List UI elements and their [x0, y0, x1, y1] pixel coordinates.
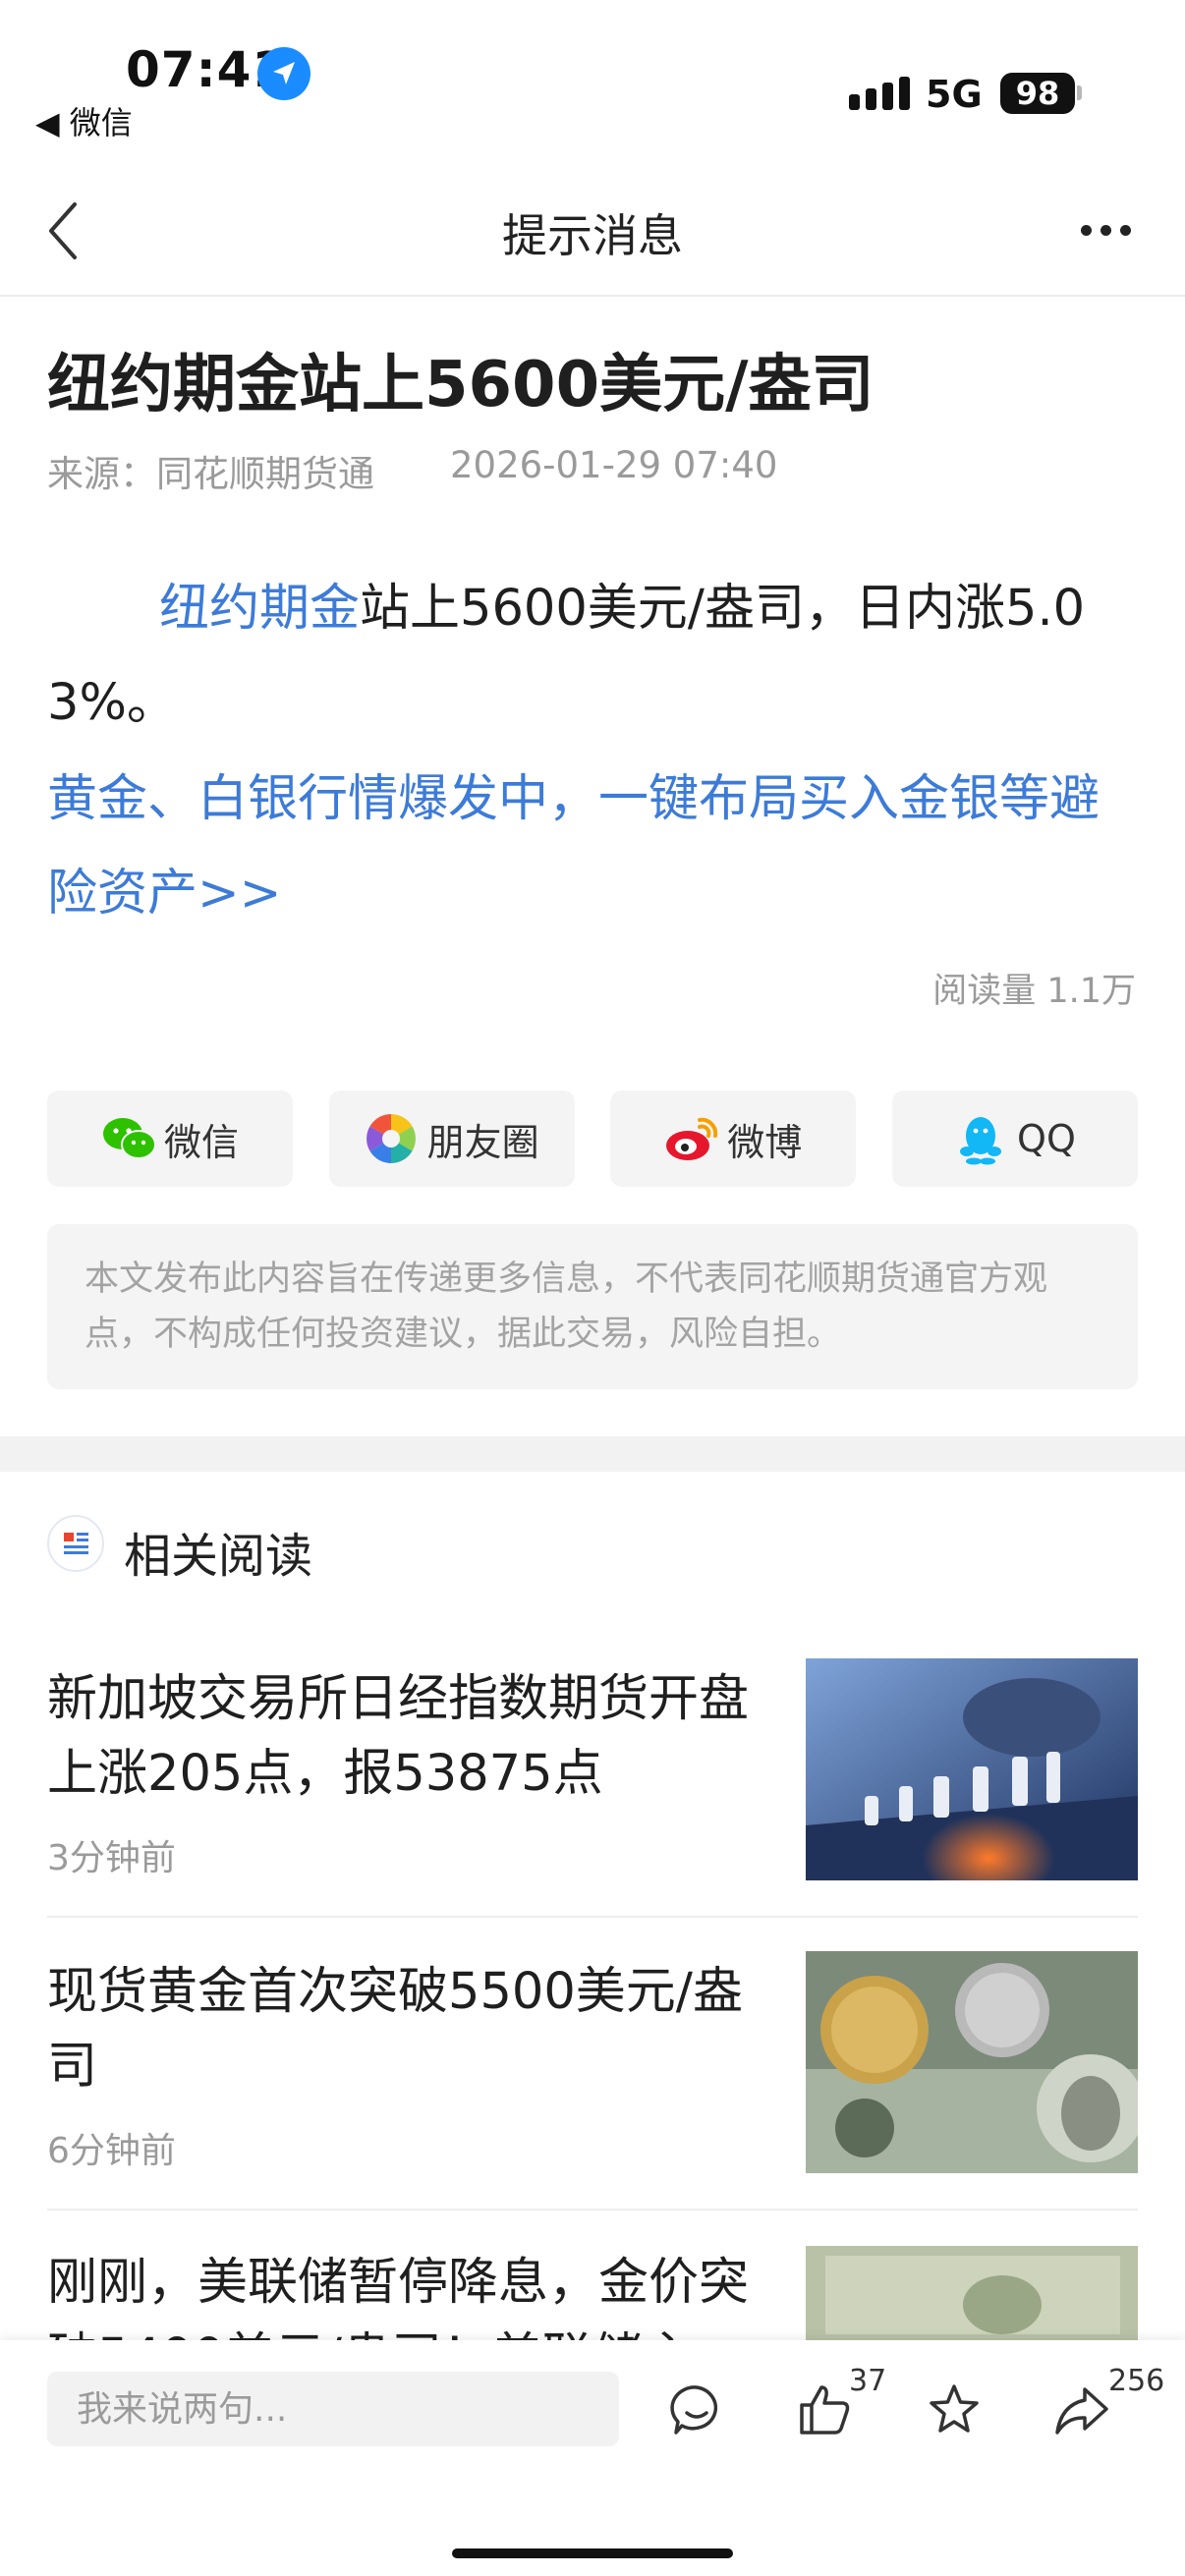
related-item-time: 6分钟前: [47, 2131, 176, 2171]
article-source: 来源：同花顺期货通: [47, 453, 374, 495]
related-item-time: 3分钟前: [47, 1838, 176, 1878]
page-title: 提示消息: [502, 209, 683, 262]
network-type: 5G: [926, 73, 983, 116]
share-wechat-button[interactable]: 微信: [47, 1091, 293, 1187]
read-count: 阅读量 1.1万: [932, 972, 1136, 1011]
share-row: 微信 朋友圈 微博 QQ: [47, 1091, 1138, 1187]
battery-tip: [1077, 85, 1082, 100]
favorite-star-icon[interactable]: [926, 2381, 983, 2438]
share-weibo-button[interactable]: 微博: [610, 1091, 857, 1187]
share-moments-button[interactable]: 朋友圈: [328, 1091, 575, 1187]
share-qq-label: QQ: [1017, 1117, 1076, 1160]
share-count: 256: [1108, 2364, 1165, 2398]
disclaimer-box: 本文发布此内容旨在传递更多信息，不代表同花顺期货通官方观点，不构成任何投资建议，…: [47, 1224, 1138, 1389]
related-section-title: 相关阅读: [124, 1529, 313, 1584]
article-time: 2026-01-29 07:40: [450, 444, 778, 486]
share-wechat-label: 微信: [163, 1120, 239, 1164]
section-separator: [0, 1436, 1185, 1472]
share-qq-button[interactable]: QQ: [891, 1091, 1138, 1187]
back-to-wechat-link[interactable]: ◀ 微信: [35, 98, 133, 143]
location-arrow-icon: [257, 47, 310, 100]
related-item-title[interactable]: 刚刚，美联储暂停降息，金价突破5400美元/盎司！美联储主: [47, 2246, 774, 2340]
related-item-image-coins[interactable]: [806, 1951, 1138, 2173]
share-icon[interactable]: [1053, 2381, 1110, 2438]
body-keyword-link[interactable]: 纽约期金: [159, 580, 360, 638]
like-count: 37: [849, 2364, 887, 2398]
related-item-image-chess[interactable]: [806, 1658, 1138, 1880]
promo-link[interactable]: 黄金、白银行情爆发中，一键布局买入金银等避险资产>>: [47, 753, 1140, 941]
like-icon[interactable]: [796, 2381, 853, 2438]
weibo-icon: [664, 1112, 718, 1165]
comment-icon[interactable]: [668, 2381, 725, 2438]
share-weibo-label: 微博: [727, 1120, 803, 1164]
battery-icon: 98: [1000, 73, 1075, 114]
share-moments-label: 朋友圈: [426, 1120, 539, 1164]
comment-input[interactable]: [47, 2372, 619, 2446]
related-divider: [47, 2209, 1138, 2211]
signal-icon: [849, 77, 910, 110]
moments-icon: [365, 1112, 418, 1165]
related-item-title[interactable]: 现货黄金首次突破5500美元/盎司: [47, 1955, 774, 2104]
nav-divider: [0, 295, 1185, 297]
related-item-image-dollars[interactable]: [806, 2246, 1138, 2340]
article-body: 纽约期金站上5600美元/盎司，日内涨5.03%。: [47, 562, 1140, 751]
home-indicator: [452, 2548, 733, 2558]
article-title: 纽约期金站上5600美元/盎司: [47, 349, 875, 421]
more-icon[interactable]: [1081, 210, 1150, 250]
related-item-title[interactable]: 新加坡交易所日经指数期货开盘上涨205点，报53875点: [47, 1662, 774, 1812]
wechat-icon: [101, 1112, 156, 1165]
related-divider: [47, 1916, 1138, 1918]
qq-icon: [954, 1112, 1007, 1165]
news-list-icon: [47, 1515, 104, 1572]
